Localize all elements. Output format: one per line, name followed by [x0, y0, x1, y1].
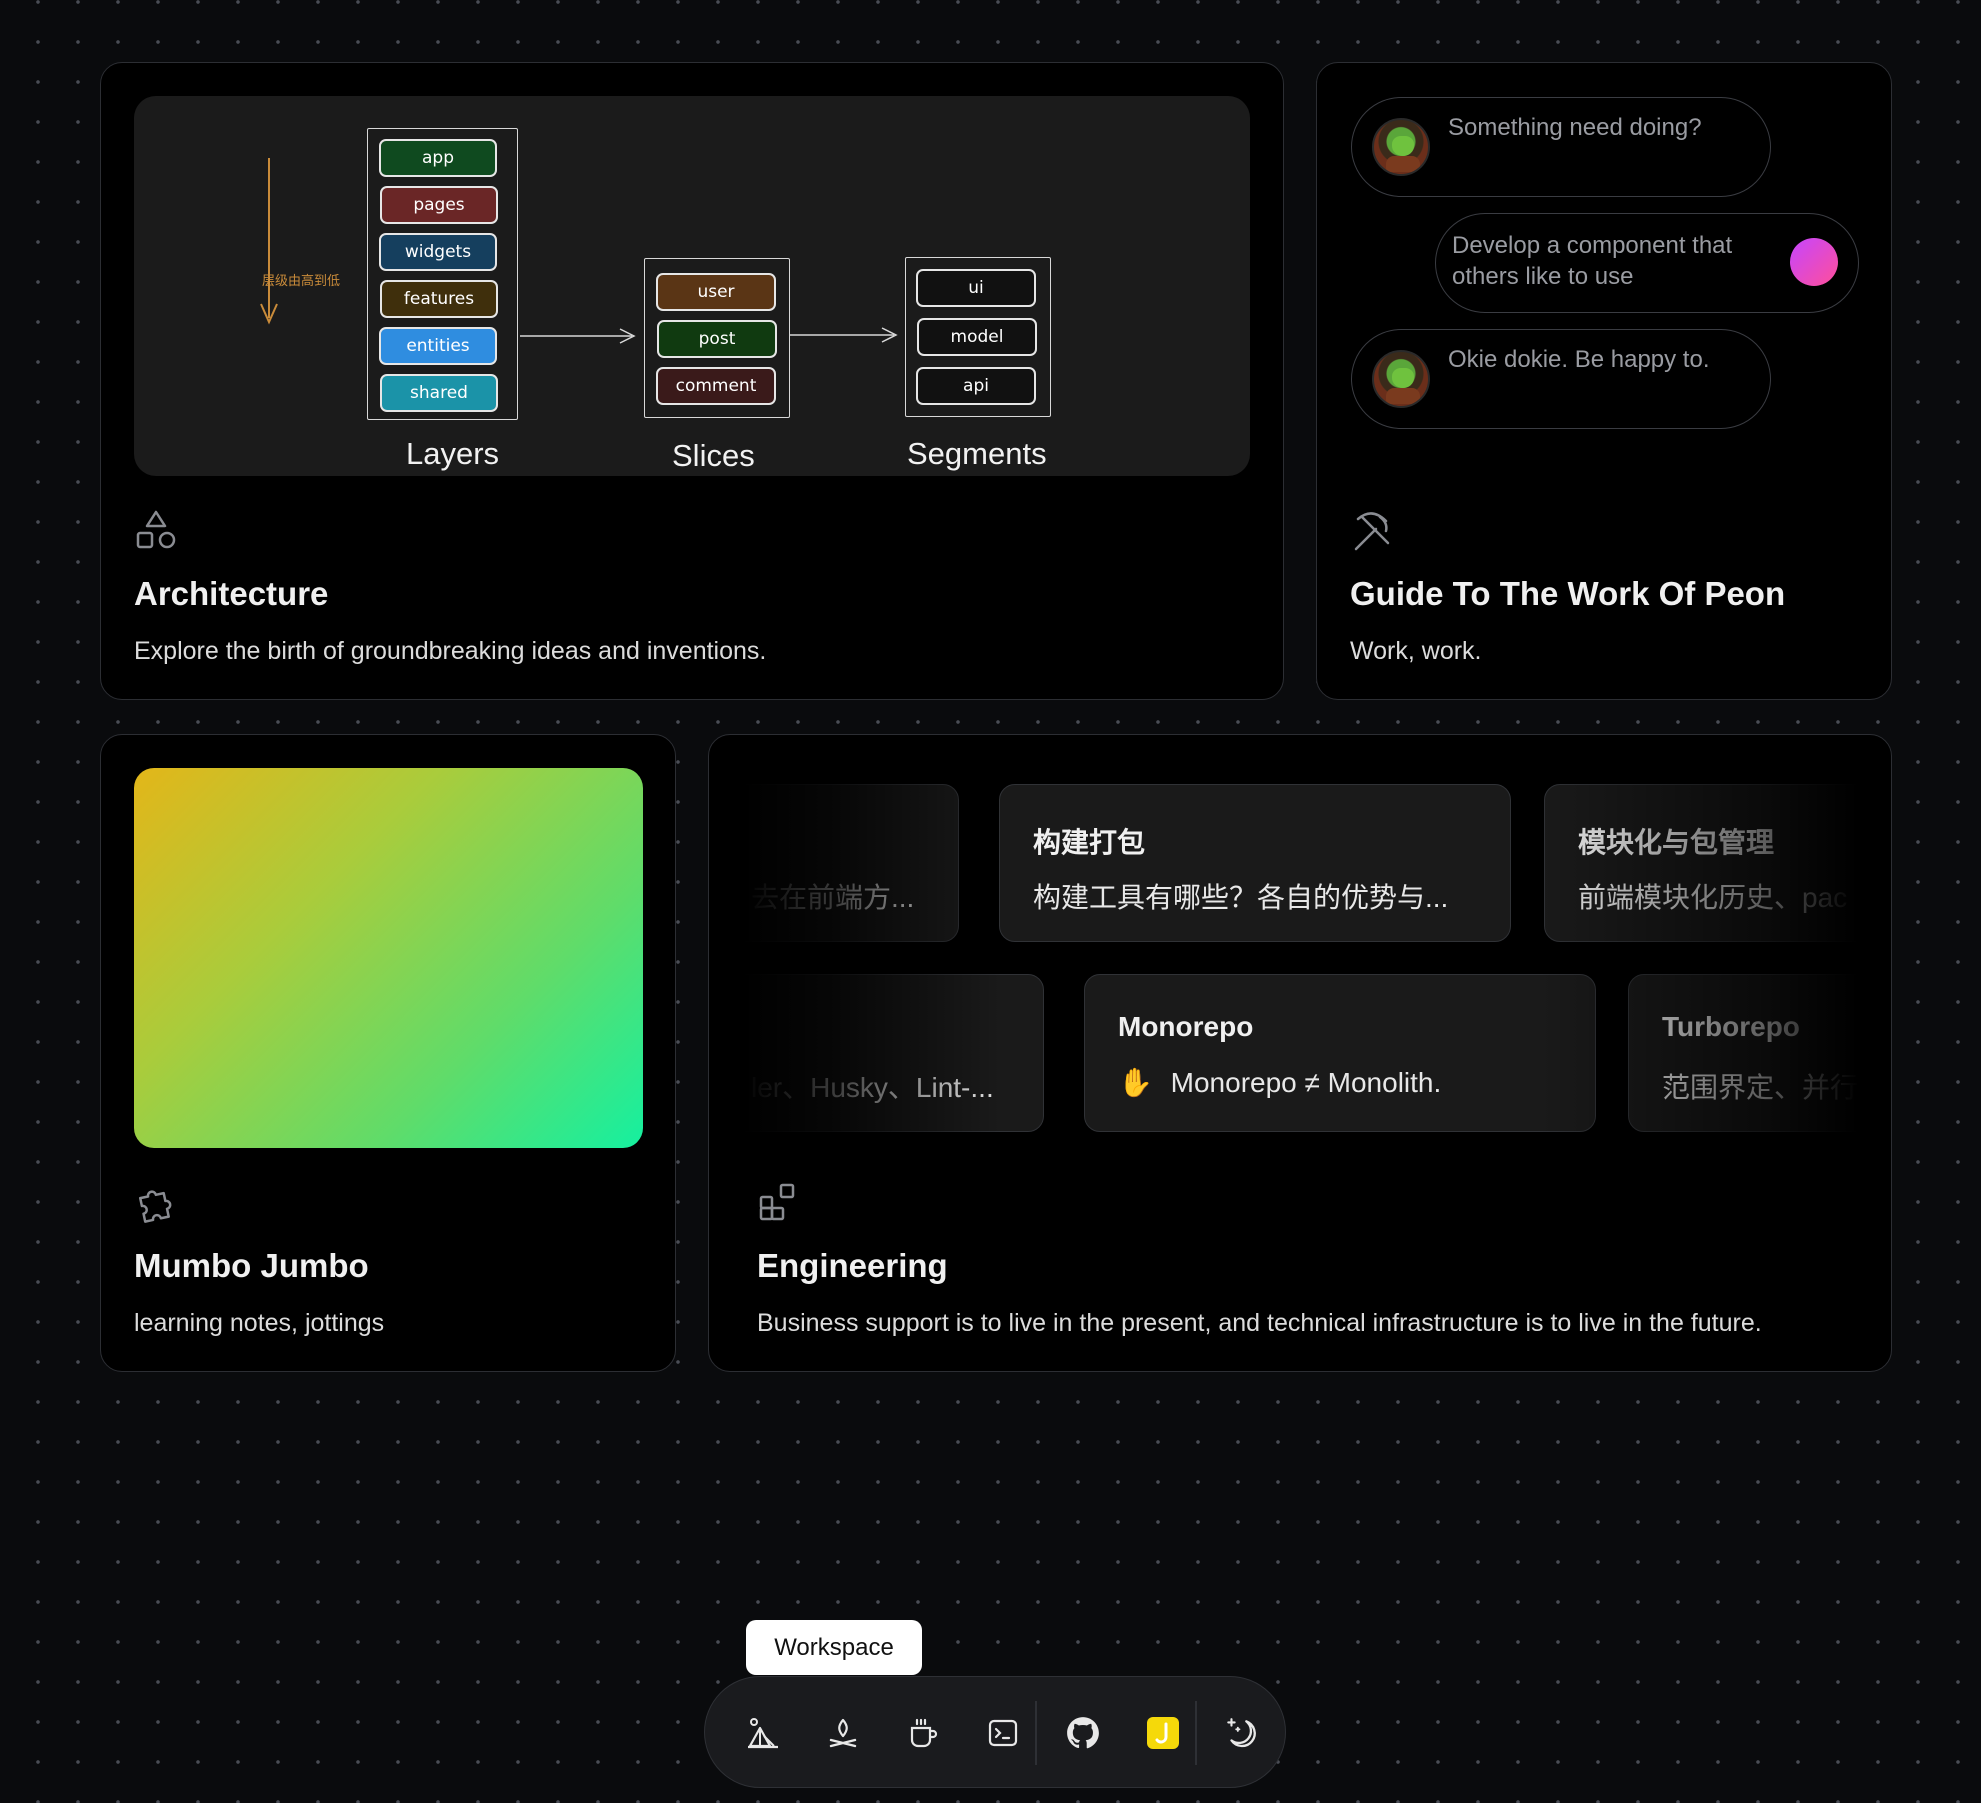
topic-subtitle: 去在前端方...: [751, 882, 915, 913]
mumbo-jumbo-card[interactable]: Mumbo Jumbo learning notes, jottings: [100, 734, 676, 1372]
architecture-card[interactable]: 层级由高到低 Layers Slices Segments app pages wi…: [100, 62, 1284, 700]
topic-card[interactable]: 构建打包 构建工具有哪些？各自的优势与...: [999, 784, 1511, 942]
architecture-diagram: 层级由高到低 Layers Slices Segments app pages wi…: [134, 96, 1250, 476]
chat-message-3: Okie dokie. Be happy to.: [1448, 346, 1710, 373]
topic-card[interactable]: 模块化与包管理 前端模块化历史、pac: [1544, 784, 1858, 942]
topic-title: Monorepo: [1118, 1011, 1254, 1042]
chat-bubble-peon-2: Okie dokie. Be happy to.: [1351, 329, 1771, 429]
layers-pill-shared: shared: [380, 374, 498, 412]
topic-title: 构建打包: [1033, 827, 1146, 858]
slices-to-segments-arrow: [790, 327, 898, 343]
workspace-icon[interactable]: [735, 1705, 791, 1761]
coffee-icon[interactable]: [895, 1705, 951, 1761]
chat-bubble-peon-1: Something need doing?: [1351, 97, 1771, 197]
raised-hand-icon: ✋: [1118, 1067, 1153, 1098]
slices-label: Slices: [672, 438, 755, 473]
segments-pill-model: model: [917, 318, 1037, 356]
topic-title: Turborepo: [1662, 1011, 1800, 1042]
layers-pill-features: features: [380, 280, 498, 318]
layers-pill-entities: entities: [379, 327, 497, 365]
topic-subtitle: 前端模块化历史、pac: [1578, 882, 1848, 913]
topic-subtitle: 范围界定、并行: [1662, 1072, 1858, 1103]
slices-pill-post: post: [657, 320, 777, 358]
peon-avatar: [1372, 118, 1430, 176]
peon-description: Work, work.: [1350, 637, 1482, 665]
github-icon[interactable]: [1055, 1705, 1111, 1761]
layers-label: Layers: [406, 436, 500, 471]
dock-separator: [1035, 1701, 1037, 1765]
topic-title: 模块化与包管理: [1578, 827, 1775, 858]
topics-carousel: 去在前端方... 构建打包 构建工具有哪些？各自的优势与... 模块化与包管理 …: [742, 768, 1858, 1148]
architecture-description: Explore the birth of groundbreaking idea…: [134, 637, 767, 665]
slices-pill-comment: comment: [656, 367, 776, 405]
campfire-icon[interactable]: [815, 1705, 871, 1761]
juejin-icon[interactable]: [1135, 1705, 1191, 1761]
topic-card[interactable]: Monorepo ✋ Monorepo ≠ Monolith.: [1084, 974, 1596, 1132]
gradient-preview: [134, 768, 643, 1148]
engineering-description: Business support is to live in the prese…: [757, 1309, 1762, 1337]
chat-message-1: Something need doing?: [1448, 114, 1702, 141]
topic-card[interactable]: 去在前端方...: [742, 784, 959, 942]
segments-pill-api: api: [916, 367, 1036, 405]
topic-subtitle: 构建工具有哪些？各自的优势与...: [1033, 882, 1449, 913]
user-avatar: [1790, 238, 1838, 286]
slices-pill-user: user: [656, 273, 776, 311]
dock-separator: [1195, 1701, 1197, 1765]
topic-card[interactable]: Turborepo 范围界定、并行: [1628, 974, 1858, 1132]
layers-to-slices-arrow: [520, 328, 636, 344]
layers-pill-app: app: [379, 139, 497, 177]
engineering-title: Engineering: [757, 1247, 948, 1284]
engineering-card[interactable]: 去在前端方... 构建打包 构建工具有哪些？各自的优势与... 模块化与包管理 …: [708, 734, 1892, 1372]
layers-pill-pages: pages: [380, 186, 498, 224]
chat-bubble-user: Develop a component that others like to …: [1435, 213, 1859, 313]
theme-toggle-icon[interactable]: [1213, 1705, 1269, 1761]
peon-title: Guide To The Work Of Peon: [1350, 575, 1786, 612]
peon-avatar: [1372, 350, 1430, 408]
chat-message-2: Develop a component that others like to …: [1452, 232, 1733, 290]
mumbo-description: learning notes, jottings: [134, 1309, 385, 1337]
layers-pill-widgets: widgets: [379, 233, 497, 271]
pickaxe-icon: [1354, 512, 1390, 551]
dock-tooltip: Workspace: [746, 1620, 922, 1675]
blocks-icon: [759, 1183, 795, 1221]
topic-subtitle: Monorepo ≠ Monolith.: [1170, 1067, 1442, 1098]
architecture-title: Architecture: [134, 575, 329, 612]
segments-label: Segments: [907, 436, 1047, 471]
topic-card[interactable]: ler、Husky、Lint-...: [742, 974, 1044, 1132]
hierarchy-label: 层级由高到低: [262, 274, 341, 289]
mumbo-title: Mumbo Jumbo: [134, 1247, 369, 1284]
topic-subtitle: ler、Husky、Lint-...: [751, 1072, 994, 1103]
puzzle-icon: [138, 1190, 172, 1223]
terminal-icon[interactable]: [975, 1705, 1031, 1761]
hierarchy-arrow: [260, 158, 278, 325]
dock: [704, 1676, 1286, 1788]
segments-pill-ui: ui: [916, 269, 1036, 307]
peon-card[interactable]: Something need doing? Develop a componen…: [1316, 62, 1892, 700]
topic-subtitle-row: ✋ Monorepo ≠ Monolith.: [1118, 1066, 1441, 1099]
shapes-icon: [136, 510, 176, 549]
